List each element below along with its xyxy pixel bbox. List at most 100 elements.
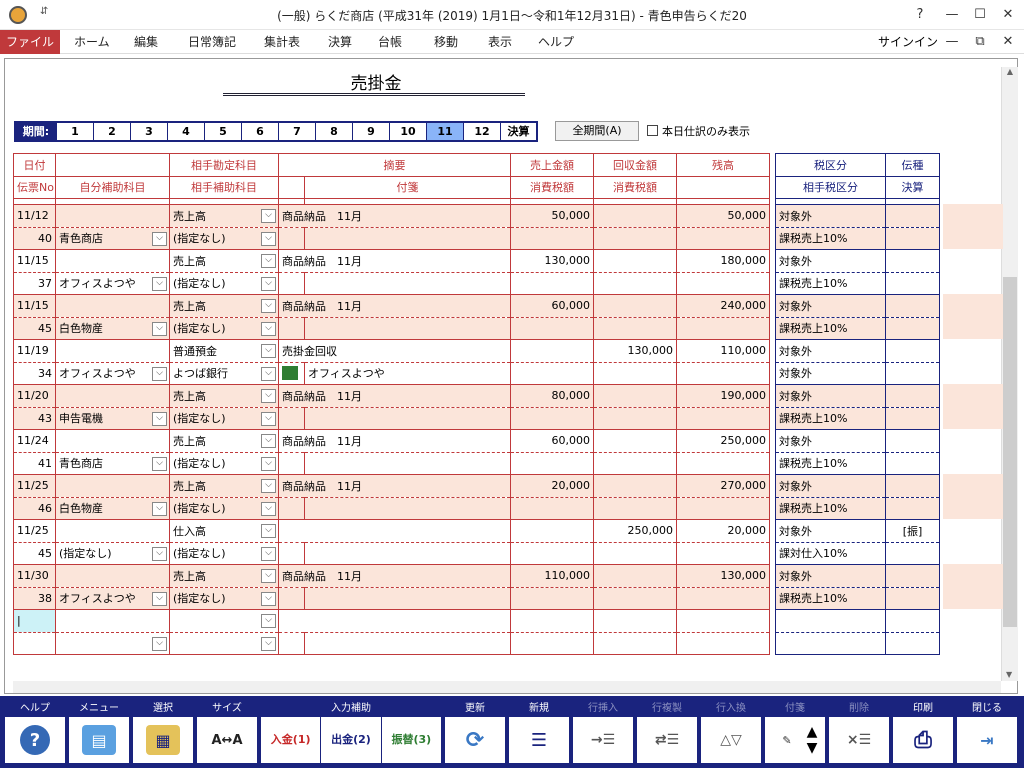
row-own-sub[interactable]: 申告電機 ⌵ (55, 407, 170, 430)
row-own-sub[interactable]: 青色商店 ⌵ (55, 227, 170, 250)
row-date[interactable]: 11/12 (13, 204, 56, 228)
row-account[interactable]: 売上高 ⌵ (169, 204, 279, 228)
table-row[interactable]: 11/30 売上高 ⌵ 商品納品 11月 110,000 130,000 (13, 564, 770, 588)
row-tax2[interactable] (593, 587, 677, 610)
row-tax2[interactable] (593, 227, 677, 250)
period-item-4[interactable]: 4 (167, 123, 204, 140)
row-tax2[interactable] (593, 542, 677, 565)
row-slip-no[interactable]: 43 (13, 407, 56, 430)
row-note[interactable] (304, 542, 511, 565)
row-sales[interactable] (510, 339, 594, 363)
row-sales[interactable]: 50,000 (510, 204, 594, 228)
window-close-button[interactable]: ✕ (996, 4, 1020, 26)
row-tax2[interactable] (593, 362, 677, 385)
row-closing[interactable] (885, 362, 940, 385)
row-tax1[interactable] (510, 452, 594, 475)
row-own-sub[interactable]: (指定なし) ⌵ (55, 542, 170, 565)
row-own-sub[interactable]: オフィスよつや ⌵ (55, 272, 170, 295)
row-sales[interactable]: 60,000 (510, 429, 594, 453)
row-slip-type[interactable] (885, 474, 940, 498)
row-collect[interactable] (593, 564, 677, 588)
dropdown-arrow-icon[interactable]: ⌵ (261, 344, 276, 358)
ribbon-close-button[interactable]: ✕ (996, 31, 1020, 53)
row-account[interactable]: 普通預金 ⌵ (169, 339, 279, 363)
minimize-button[interactable]: — (940, 4, 964, 26)
table-row[interactable]: 38 オフィスよつや ⌵ (指定なし) ⌵ (13, 587, 770, 610)
row-own-sub[interactable]: 白色物産 ⌵ (55, 317, 170, 340)
row-counter-tax[interactable]: 対象外 (775, 362, 886, 385)
menu-3[interactable]: 日常簿記 (180, 30, 244, 54)
row-closing[interactable] (885, 407, 940, 430)
table-row[interactable]: 11/12 売上高 ⌵ 商品納品 11月 50,000 50,000 (13, 204, 770, 228)
row-account-sub[interactable]: (指定なし) ⌵ (169, 317, 279, 340)
row-note[interactable] (304, 587, 511, 610)
table-row[interactable]: 11/25 売上高 ⌵ 商品納品 11月 20,000 270,000 (13, 474, 770, 498)
row-own-sub[interactable]: オフィスよつや ⌵ (55, 362, 170, 385)
dropdown-arrow-icon[interactable]: ⌵ (152, 366, 167, 381)
period-item-1[interactable]: 1 (56, 123, 93, 140)
row-account-sub[interactable]: (指定なし) ⌵ (169, 452, 279, 475)
row-note[interactable] (304, 452, 511, 475)
new-row-counter-tax[interactable] (775, 632, 886, 655)
all-period-button[interactable]: 全期間(A) (555, 121, 639, 141)
period-item-10[interactable]: 10 (389, 123, 426, 140)
table-row[interactable]: 40 青色商店 ⌵ (指定なし) ⌵ (13, 227, 770, 250)
row-sales[interactable]: 80,000 (510, 384, 594, 408)
dropdown-arrow-icon[interactable]: ⌵ (261, 276, 276, 291)
row-date[interactable]: 11/15 (13, 294, 56, 318)
row-collect[interactable] (593, 249, 677, 273)
row-tax-class[interactable]: 対象外 (775, 249, 886, 273)
row-memo[interactable]: 商品納品 11月 (278, 474, 511, 498)
row-note[interactable] (304, 227, 511, 250)
row-slip-type[interactable] (885, 339, 940, 363)
row-date[interactable]: 11/30 (13, 564, 56, 588)
row-sales[interactable]: 110,000 (510, 564, 594, 588)
up-down-arrows-icon[interactable]: ▲▼ (804, 724, 820, 756)
table-row[interactable]: 11/15 売上高 ⌵ 商品納品 11月 60,000 240,000 (13, 294, 770, 318)
toolbar-button-new[interactable]: 新規 ☰ (508, 700, 570, 764)
row-account[interactable]: 売上高 ⌵ (169, 294, 279, 318)
row-slip-no[interactable]: 41 (13, 452, 56, 475)
toolbar-button-sticky-note[interactable]: 付箋 ✎ ▲▼ (764, 700, 826, 764)
maximize-button[interactable]: ☐ (968, 4, 992, 26)
row-note[interactable] (304, 272, 511, 295)
period-item-7[interactable]: 7 (278, 123, 315, 140)
row-memo[interactable]: 商品納品 11月 (278, 384, 511, 408)
input-assist-3-button[interactable]: 振替(3) (380, 717, 441, 763)
table-row[interactable]: 45 白色物産 ⌵ (指定なし) ⌵ (13, 317, 770, 340)
row-closing[interactable] (885, 272, 940, 295)
row-collect[interactable]: 130,000 (593, 339, 677, 363)
dropdown-arrow-icon[interactable]: ⌵ (261, 321, 276, 336)
row-account-sub[interactable]: (指定なし) ⌵ (169, 272, 279, 295)
new-row-date-input[interactable]: | (13, 609, 56, 633)
today-only-checkbox[interactable] (647, 125, 658, 136)
new-row-collect[interactable] (593, 609, 677, 633)
row-tax-class[interactable]: 対象外 (775, 339, 886, 363)
row-collect[interactable] (593, 204, 677, 228)
row-date[interactable]: 11/25 (13, 474, 56, 498)
row-memo[interactable]: 商品納品 11月 (278, 429, 511, 453)
row-counter-tax[interactable]: 課対仕入10% (775, 542, 886, 565)
row-slip-no[interactable]: 45 (13, 317, 56, 340)
row-collect[interactable] (593, 384, 677, 408)
row-memo[interactable]: 売掛金回収 (278, 339, 511, 363)
row-date[interactable]: 11/15 (13, 249, 56, 273)
help-question-button[interactable]: ? (908, 4, 932, 26)
menu-9[interactable]: ヘルプ (530, 30, 582, 54)
dropdown-arrow-icon[interactable]: ⌵ (152, 321, 167, 336)
row-tax1[interactable] (510, 362, 594, 385)
new-row-note[interactable] (304, 632, 511, 655)
toolbar-button-menu[interactable]: メニュー ▤ (68, 700, 130, 764)
row-tax-class[interactable]: 対象外 (775, 294, 886, 318)
toolbar-button-insert-row[interactable]: 行挿入 →☰ (572, 700, 634, 764)
row-account-sub[interactable]: (指定なし) ⌵ (169, 587, 279, 610)
row-counter-tax[interactable]: 課税売上10% (775, 317, 886, 340)
scroll-up-arrow-icon[interactable]: ▲ (1002, 67, 1018, 76)
row-own-sub[interactable]: 青色商店 ⌵ (55, 452, 170, 475)
row-closing[interactable] (885, 317, 940, 340)
row-account-sub[interactable]: (指定なし) ⌵ (169, 542, 279, 565)
menu-4[interactable]: 集計表 (256, 30, 308, 54)
horizontal-scrollbar[interactable] (13, 681, 1001, 693)
toolbar-button-print[interactable]: 印刷 ⎙ (892, 700, 954, 764)
row-tax-class[interactable]: 対象外 (775, 519, 886, 543)
